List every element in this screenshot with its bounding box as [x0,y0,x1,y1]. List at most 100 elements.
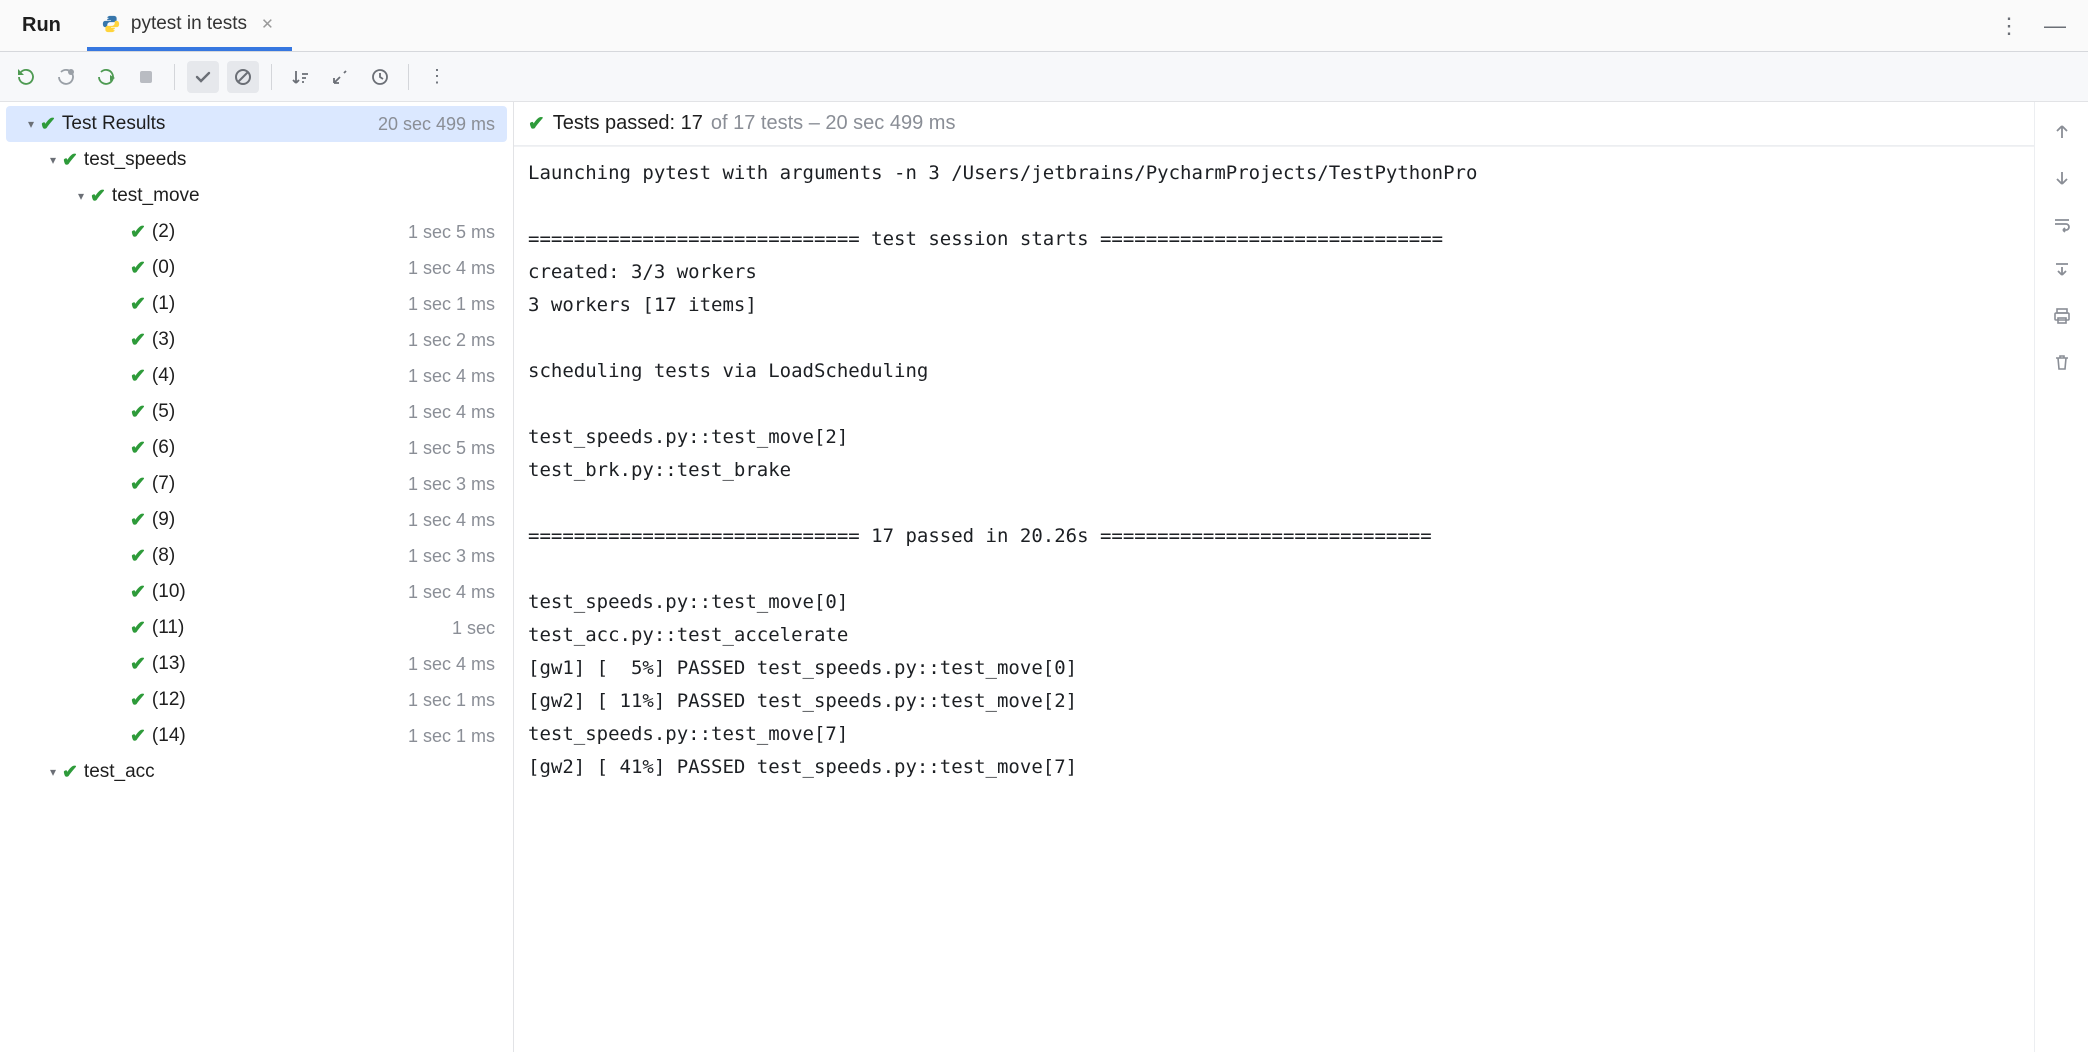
tabstrip: Run pytest in tests ✕ ⋮ — [0,0,2088,52]
tab-label: pytest in tests [131,13,247,35]
run-tool-label: Run [0,0,87,51]
tree-case[interactable]: ✔ (12)1 sec 1 ms [0,682,513,718]
check-icon: ✔ [130,473,146,496]
tree-case-duration: 1 sec 3 ms [408,474,495,495]
test-tree[interactable]: ▾ ✔ Test Results 20 sec 499 ms ▾ ✔ test_… [0,102,514,1052]
tree-case-label: (8) [152,545,408,567]
check-icon: ✔ [130,689,146,712]
python-icon [101,14,121,34]
show-ignored-button[interactable] [227,61,259,93]
tree-case[interactable]: ✔(1)1 sec 1 ms [0,286,513,322]
tree-case[interactable]: ✔(6)1 sec 5 ms [0,430,513,466]
tree-case-duration: 1 sec 4 ms [408,366,495,387]
toolbar-separator [408,64,409,90]
scroll-to-end-icon[interactable] [2046,254,2078,286]
tree-case-duration: 1 sec 1 ms [408,294,495,315]
more-icon[interactable]: ⋮ [1998,13,2020,39]
tab-right-controls: ⋮ — [1998,0,2088,51]
minimize-icon[interactable]: — [2044,13,2066,39]
up-arrow-icon[interactable] [2046,116,2078,148]
tab-spacer [292,0,1998,51]
check-icon: ✔ [40,113,56,136]
tree-case[interactable]: ✔ (10)1 sec 4 ms [0,574,513,610]
check-icon: ✔ [130,365,146,388]
check-icon: ✔ [130,581,146,604]
check-icon: ✔ [62,761,78,784]
main-split: ▾ ✔ Test Results 20 sec 499 ms ▾ ✔ test_… [0,102,2088,1052]
tree-case-label: (7) [152,473,408,495]
tree-group[interactable]: ▾ ✔ test_move [0,178,513,214]
check-icon: ✔ [62,149,78,172]
tree-case-label: (9) [152,509,408,531]
down-arrow-icon[interactable] [2046,162,2078,194]
tree-case[interactable]: ✔(14)1 sec 1 ms [0,718,513,754]
tree-file-label: test_speeds [84,149,495,171]
tests-passed-label: Tests passed: 17 [553,112,703,135]
tree-case-label: (4) [152,365,408,387]
sort-button[interactable] [284,61,316,93]
test-toolbar: ⋮ [0,52,2088,102]
chevron-down-icon: ▾ [44,153,62,167]
tree-root-duration: 20 sec 499 ms [378,114,495,135]
check-icon: ✔ [130,545,146,568]
tree-file-label: test_acc [84,761,495,783]
check-icon: ✔ [130,653,146,676]
show-passed-button[interactable] [187,61,219,93]
tree-case-duration: 1 sec 4 ms [408,654,495,675]
tree-case-label: (5) [152,401,408,423]
tree-case-duration: 1 sec 5 ms [408,438,495,459]
check-icon: ✔ [90,185,106,208]
tree-case[interactable]: ✔(11)1 sec [0,610,513,646]
expand-button[interactable] [324,61,356,93]
tree-case[interactable]: ✔ (9)1 sec 4 ms [0,502,513,538]
tree-case-label: (3) [152,329,408,351]
tree-case-label: (14) [152,725,408,747]
output-pane: ✔ Tests passed: 17 of 17 tests – 20 sec … [514,102,2088,1052]
rerun-button[interactable] [10,61,42,93]
soft-wrap-icon[interactable] [2046,208,2078,240]
tree-case[interactable]: ✔ (7)1 sec 3 ms [0,466,513,502]
rerun-failed-button[interactable] [50,61,82,93]
tree-file[interactable]: ▾ ✔ test_speeds [0,142,513,178]
toggle-autotest-button[interactable] [90,61,122,93]
output-gutter [2034,102,2088,1052]
console-output[interactable]: Launching pytest with arguments -n 3 /Us… [514,146,2034,1052]
tree-case-duration: 1 sec 3 ms [408,546,495,567]
trash-icon[interactable] [2046,346,2078,378]
tree-case[interactable]: ✔(5)1 sec 4 ms [0,394,513,430]
print-icon[interactable] [2046,300,2078,332]
tree-case[interactable]: ✔(3)1 sec 2 ms [0,322,513,358]
tree-case[interactable]: ✔ (4)1 sec 4 ms [0,358,513,394]
tree-case-label: (11) [152,617,452,639]
history-button[interactable] [364,61,396,93]
tree-case-duration: 1 sec 4 ms [408,258,495,279]
check-icon: ✔ [130,437,146,460]
tab-pytest[interactable]: pytest in tests ✕ [87,0,292,51]
close-icon[interactable]: ✕ [257,15,278,33]
tree-root[interactable]: ▾ ✔ Test Results 20 sec 499 ms [6,106,507,142]
tree-case[interactable]: ✔ (2)1 sec 5 ms [0,214,513,250]
check-icon: ✔ [130,221,146,244]
tree-case[interactable]: ✔ (8)1 sec 3 ms [0,538,513,574]
check-icon: ✔ [130,725,146,748]
toolbar-more-button[interactable]: ⋮ [421,61,453,93]
check-icon: ✔ [528,111,545,136]
tree-case-label: (12) [152,689,408,711]
tree-file[interactable]: ▾ ✔ test_acc [0,754,513,790]
check-icon: ✔ [130,617,146,640]
check-icon: ✔ [130,509,146,532]
tree-case-duration: 1 sec 4 ms [408,510,495,531]
tree-group-label: test_move [112,185,495,207]
tree-case[interactable]: ✔(0)1 sec 4 ms [0,250,513,286]
tree-case-duration: 1 sec 5 ms [408,222,495,243]
tree-case-label: (10) [152,581,408,603]
tree-case-duration: 1 sec 1 ms [408,690,495,711]
output-header: ✔ Tests passed: 17 of 17 tests – 20 sec … [514,102,2034,146]
tree-case-label: (2) [152,221,408,243]
tree-case-duration: 1 sec 4 ms [408,582,495,603]
tree-case-label: (1) [152,293,408,315]
stop-button[interactable] [130,61,162,93]
tree-case[interactable]: ✔(13)1 sec 4 ms [0,646,513,682]
tree-root-label: Test Results [62,113,378,135]
chevron-down-icon: ▾ [22,117,40,131]
